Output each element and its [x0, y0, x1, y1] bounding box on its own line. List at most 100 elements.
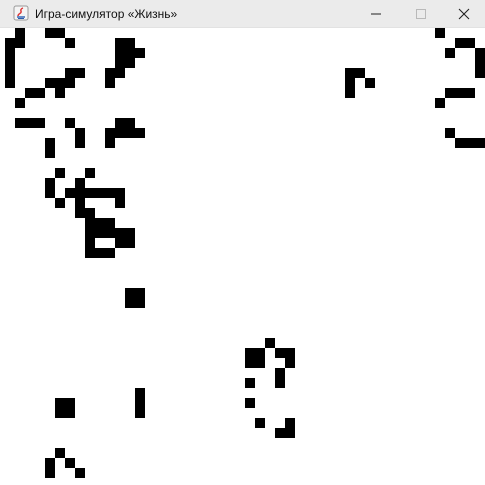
- alive-cell: [285, 428, 295, 438]
- title-bar[interactable]: Игра-симулятор «Жизнь»: [0, 0, 485, 28]
- alive-cell: [45, 178, 55, 188]
- alive-cell: [135, 48, 145, 58]
- alive-cell: [65, 188, 75, 198]
- alive-cell: [115, 188, 125, 198]
- alive-cell: [65, 398, 75, 408]
- alive-cell: [15, 28, 25, 38]
- alive-cell: [455, 138, 465, 148]
- alive-cell: [55, 448, 65, 458]
- close-button[interactable]: [443, 0, 485, 28]
- alive-cell: [475, 138, 485, 148]
- alive-cell: [105, 78, 115, 88]
- alive-cell: [435, 28, 445, 38]
- alive-cell: [35, 118, 45, 128]
- close-icon: [458, 8, 470, 20]
- alive-cell: [85, 218, 95, 228]
- alive-cell: [55, 398, 65, 408]
- alive-cell: [75, 138, 85, 148]
- alive-cell: [55, 198, 65, 208]
- alive-cell: [275, 378, 285, 388]
- alive-cell: [105, 68, 115, 78]
- alive-cell: [65, 78, 75, 88]
- alive-cell: [245, 358, 255, 368]
- alive-cell: [355, 68, 365, 78]
- alive-cell: [15, 38, 25, 48]
- alive-cell: [75, 188, 85, 198]
- alive-cell: [105, 228, 115, 238]
- alive-cell: [275, 368, 285, 378]
- alive-cell: [455, 88, 465, 98]
- alive-cell: [55, 78, 65, 88]
- alive-cell: [25, 118, 35, 128]
- alive-cell: [85, 238, 95, 248]
- alive-cell: [465, 138, 475, 148]
- alive-cell: [55, 168, 65, 178]
- alive-cell: [125, 118, 135, 128]
- alive-cell: [85, 208, 95, 218]
- alive-cell: [45, 78, 55, 88]
- alive-cell: [285, 348, 295, 358]
- alive-cell: [115, 128, 125, 138]
- life-board[interactable]: [0, 28, 485, 485]
- alive-cell: [75, 178, 85, 188]
- minimize-button[interactable]: [353, 0, 399, 28]
- alive-cell: [65, 118, 75, 128]
- alive-cell: [65, 458, 75, 468]
- alive-cell: [95, 248, 105, 258]
- window-title: Игра-симулятор «Жизнь»: [35, 7, 178, 21]
- alive-cell: [455, 38, 465, 48]
- alive-cell: [135, 398, 145, 408]
- alive-cell: [45, 148, 55, 158]
- alive-cell: [245, 398, 255, 408]
- alive-cell: [255, 418, 265, 428]
- alive-cell: [5, 48, 15, 58]
- alive-cell: [45, 468, 55, 478]
- alive-cell: [85, 228, 95, 238]
- alive-cell: [345, 78, 355, 88]
- alive-cell: [35, 88, 45, 98]
- alive-cell: [15, 98, 25, 108]
- alive-cell: [65, 38, 75, 48]
- alive-cell: [125, 298, 135, 308]
- alive-cell: [115, 118, 125, 128]
- alive-cell: [55, 88, 65, 98]
- alive-cell: [85, 248, 95, 258]
- alive-cell: [105, 248, 115, 258]
- alive-cell: [345, 68, 355, 78]
- alive-cell: [245, 348, 255, 358]
- alive-cell: [255, 358, 265, 368]
- alive-cell: [75, 468, 85, 478]
- alive-cell: [445, 48, 455, 58]
- alive-cell: [245, 378, 255, 388]
- alive-cell: [105, 138, 115, 148]
- alive-cell: [115, 198, 125, 208]
- alive-cell: [5, 78, 15, 88]
- alive-cell: [115, 228, 125, 238]
- alive-cell: [125, 38, 135, 48]
- alive-cell: [85, 168, 95, 178]
- alive-cell: [115, 38, 125, 48]
- alive-cell: [285, 358, 295, 368]
- alive-cell: [125, 128, 135, 138]
- alive-cell: [45, 138, 55, 148]
- alive-cell: [75, 208, 85, 218]
- alive-cell: [275, 348, 285, 358]
- alive-cell: [25, 88, 35, 98]
- alive-cell: [275, 428, 285, 438]
- alive-cell: [65, 408, 75, 418]
- maximize-button[interactable]: [398, 0, 444, 28]
- alive-cell: [365, 78, 375, 88]
- alive-cell: [445, 128, 455, 138]
- alive-cell: [125, 238, 135, 248]
- alive-cell: [105, 128, 115, 138]
- alive-cell: [95, 188, 105, 198]
- alive-cell: [475, 68, 485, 78]
- alive-cell: [95, 228, 105, 238]
- alive-cell: [125, 58, 135, 68]
- alive-cell: [65, 68, 75, 78]
- alive-cell: [75, 68, 85, 78]
- alive-cell: [15, 118, 25, 128]
- alive-cell: [115, 58, 125, 68]
- alive-cell: [55, 28, 65, 38]
- alive-cell: [45, 28, 55, 38]
